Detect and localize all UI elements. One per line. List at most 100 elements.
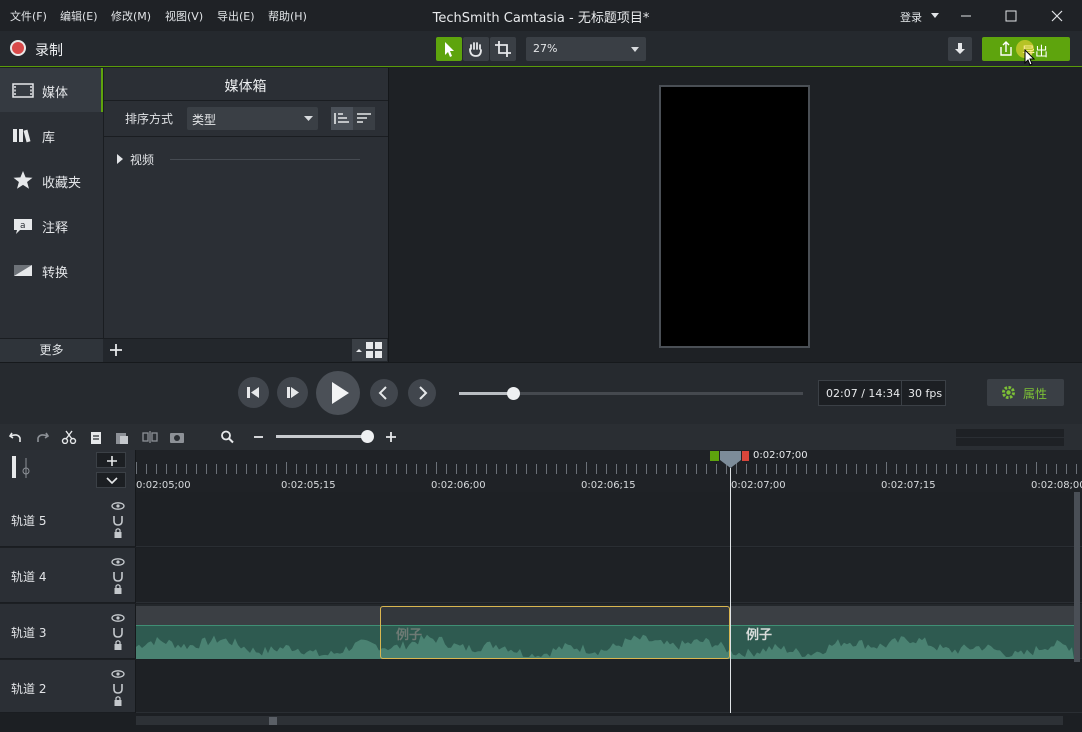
eye-icon[interactable] [111,558,125,566]
camera-icon[interactable] [169,430,185,444]
lock-icon[interactable] [114,584,122,594]
tab-media[interactable]: 媒体 [0,68,103,112]
redo-icon[interactable] [34,430,50,444]
close-button[interactable] [1037,4,1077,28]
timeline-zoom-slider[interactable] [276,435,368,438]
magnet-icon[interactable] [113,684,123,694]
vertical-scrollbar[interactable] [1074,492,1080,662]
eye-icon[interactable] [111,670,125,678]
media-bin-title: 媒体箱 [224,79,267,95]
step-back-button[interactable] [238,377,269,408]
timeline-zoom-handle[interactable] [361,430,374,443]
media-clip[interactable] [731,606,1074,625]
step-forward-button[interactable] [277,377,308,408]
download-button[interactable] [948,37,972,61]
zoom-in-icon[interactable] [383,430,399,444]
track-controls [111,557,125,597]
magnet-icon[interactable] [113,516,123,526]
search-icon[interactable] [220,430,236,444]
add-track-button[interactable] [96,452,126,468]
track-lane[interactable] [136,548,1082,603]
next-clip-button[interactable] [408,379,436,407]
library-icon [13,129,31,143]
track-lane[interactable] [136,492,1082,547]
eye-icon[interactable] [111,502,125,510]
paste-icon[interactable] [114,430,130,444]
selection-end-marker[interactable] [742,451,749,461]
track-name: 轨道 4 [11,570,47,584]
undo-icon[interactable] [8,430,24,444]
sort-ascending-button[interactable] [331,107,353,130]
add-icon[interactable] [106,341,126,359]
horizontal-scroll-thumb[interactable] [269,717,277,725]
split-icon[interactable] [142,430,158,444]
tab-favorites[interactable]: 收藏夹 [0,158,103,202]
play-button[interactable] [316,371,360,415]
ruler-tick-label: 0:02:06;00 [431,480,486,491]
copy-icon[interactable] [88,430,104,444]
section-video-label[interactable]: 视频 [130,151,154,168]
record-icon[interactable] [10,40,26,56]
ruler-tick-label: 0:02:05;15 [281,480,336,491]
track-lane[interactable] [136,660,1082,713]
ruler-tick-label: 0:02:08;00 [1031,480,1082,491]
selected-clip-border[interactable] [380,606,730,659]
clip-label: 例子 [396,628,423,643]
properties-label: 属性 [1023,387,1048,401]
track-controls [111,669,125,709]
star-icon [13,171,33,189]
timeline-toolbar [0,424,1082,450]
playhead-handle[interactable] [720,451,741,468]
lock-icon[interactable] [114,696,122,706]
scrubber-progress [459,392,514,395]
divider [103,136,388,137]
grid-icon [356,342,382,358]
media-clip[interactable] [136,606,380,625]
chevron-left-icon [378,386,387,400]
previous-clip-button[interactable] [370,379,398,407]
record-button[interactable]: 录制 [35,40,63,60]
tab-transitions[interactable]: 转换 [0,248,103,292]
tab-media-label: 媒体 [42,86,69,101]
canvas-preview[interactable] [659,85,810,348]
zoom-out-icon[interactable] [251,430,267,444]
chevron-down-icon [106,477,118,485]
sort-value: 类型 [192,113,217,127]
tab-library[interactable]: 库 [0,113,103,157]
maximize-button[interactable] [991,4,1031,28]
track-height-slider[interactable] [12,456,16,478]
mouse-cursor-icon [1024,49,1036,66]
magnet-icon[interactable] [113,628,123,638]
track-name: 轨道 3 [11,626,47,640]
tab-annotations[interactable]: a 注释 [0,203,103,247]
minimize-button[interactable] [946,4,986,28]
audio-meter [956,438,1064,446]
lock-icon[interactable] [114,640,122,650]
login-button[interactable]: 登录 [900,9,922,25]
divider [901,381,902,405]
eye-icon[interactable] [111,614,125,622]
lock-icon[interactable] [114,528,122,538]
caret-right-icon[interactable] [117,154,123,164]
magnify-track-icon[interactable] [20,456,32,480]
audio-meter [956,429,1064,437]
select-tool-button[interactable] [436,37,462,61]
pan-tool-button[interactable] [463,37,489,61]
canvas-zoom-value: 27% [533,42,558,55]
sort-descending-button[interactable] [353,107,375,130]
sort-label: 排序方式 [125,112,174,126]
tab-annotations-label: 注释 [42,221,69,236]
grid-view-button[interactable] [352,339,387,361]
step-forward-icon [287,387,299,398]
login-dropdown-icon[interactable] [931,13,939,19]
tab-transitions-label: 转换 [42,266,69,281]
scrubber-handle[interactable] [507,387,520,400]
collapse-tracks-button[interactable] [96,472,126,488]
crop-tool-button[interactable] [490,37,516,61]
magnet-icon[interactable] [113,572,123,582]
ruler-tick-label: 0:02:06;15 [581,480,636,491]
chevron-down-icon [304,116,313,121]
selection-start-marker[interactable] [710,451,719,461]
cut-icon[interactable] [61,430,77,444]
more-tabs-button[interactable]: 更多 [0,338,103,362]
